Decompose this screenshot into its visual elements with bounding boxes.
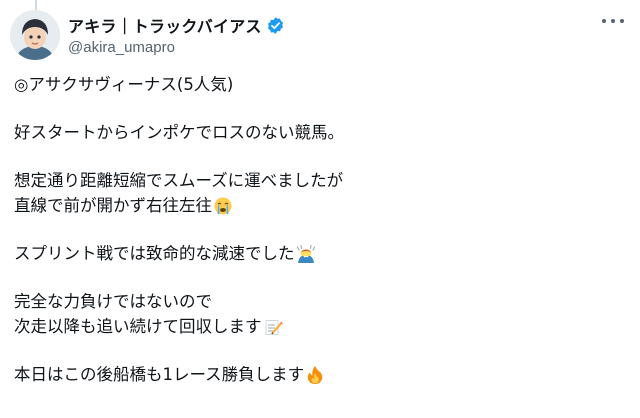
memo-icon	[263, 317, 283, 337]
tweet-line-with-emoji: 直線で前が開かず右往左往	[14, 193, 614, 218]
thread-connector	[35, 0, 37, 10]
crying-face-icon	[213, 196, 233, 216]
tweet-line-text: スプリント戦では致命的な減速でした	[14, 244, 295, 263]
verified-badge-icon	[266, 16, 285, 35]
tweet-line-text: 直線で前が開かず右往左往	[14, 196, 212, 215]
avatar[interactable]	[10, 10, 60, 60]
fire-icon	[305, 365, 325, 385]
tweet-text: ◎アサクサヴィーナス(5人気) 好スタートからインポケでロスのない競馬。 想定通…	[14, 72, 614, 387]
user-handle[interactable]: @akira_umapro	[68, 39, 285, 56]
more-options-icon[interactable]	[602, 14, 624, 28]
tweet-line: ◎アサクサヴィーナス(5人気)	[14, 75, 234, 94]
tweet-line-text: 本日はこの後船橋も1レース勝負します	[14, 365, 305, 384]
tweet-line: 完全な力負けではないので	[14, 292, 212, 311]
tweet-line: 想定通り距離短縮でスムーズに運べましたが	[14, 171, 344, 190]
tweet-line-text: 次走以降も追い続けて回収します	[14, 317, 262, 336]
tweet-line: 好スタートからインポケでロスのない競馬。	[14, 123, 344, 142]
tweet-line-with-emoji: スプリント戦では致命的な減速でした	[14, 241, 614, 266]
user-names: アキラ｜トラックバイアス @akira_umapro	[68, 14, 285, 56]
display-name[interactable]: アキラ｜トラックバイアス	[68, 13, 262, 37]
person-bowing-icon	[296, 244, 316, 264]
tweet-line-with-emoji: 次走以降も追い続けて回収します	[14, 314, 614, 339]
tweet-header: アキラ｜トラックバイアス @akira_umapro	[10, 10, 630, 60]
display-name-row: アキラ｜トラックバイアス	[68, 14, 285, 36]
tweet-line-with-emoji: 本日はこの後船橋も1レース勝負します	[14, 362, 614, 387]
